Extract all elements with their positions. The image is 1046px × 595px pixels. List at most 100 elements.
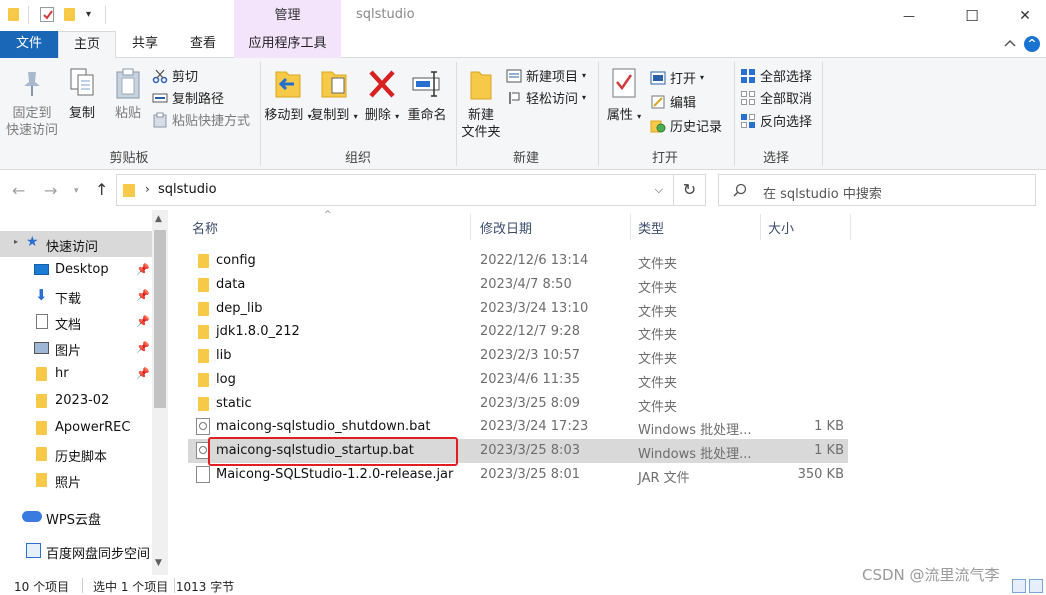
cut-button[interactable]: 剪切 — [152, 66, 198, 85]
delete-button[interactable]: 删除 ▾ — [364, 66, 400, 125]
invert-selection-button[interactable]: 反向选择 — [740, 111, 812, 130]
copy-to-button[interactable]: 复制到 ▾ — [310, 66, 358, 125]
address-bar[interactable]: › sqlstudio ⌵ — [116, 174, 674, 206]
move-to-icon — [275, 71, 301, 98]
file-row-lib[interactable]: lib 2023/2/3 10:57 文件夹 — [188, 344, 848, 368]
paste-button[interactable]: 粘贴 — [108, 66, 148, 122]
file-name: static — [216, 396, 252, 411]
file-row-jdk[interactable]: jdk1.8.0_212 2022/12/7 9:28 文件夹 — [188, 320, 848, 344]
file-row-log[interactable]: log 2023/4/6 11:35 文件夹 — [188, 368, 848, 392]
file-row-config[interactable]: config 2022/12/6 13:14 文件夹 — [188, 249, 848, 273]
expand-icon[interactable]: ▸ — [14, 237, 18, 246]
pin-icon: 📌 — [136, 289, 150, 302]
properties-button[interactable]: 属性 ▾ — [602, 66, 646, 125]
easy-access-icon — [509, 91, 520, 104]
column-divider[interactable] — [470, 214, 471, 240]
file-row-dep-lib[interactable]: dep_lib 2023/3/24 13:10 文件夹 — [188, 297, 848, 321]
file-name: jdk1.8.0_212 — [216, 324, 300, 339]
sidebar-item-photos[interactable]: 照片 — [0, 467, 152, 493]
tab-home[interactable]: 主页 — [58, 31, 116, 59]
tab-view[interactable]: 查看 — [174, 31, 232, 58]
tab-file[interactable]: 文件 — [0, 31, 58, 58]
sidebar-item-wps-cloud[interactable]: WPS云盘 — [0, 504, 152, 530]
sidebar-item-quick-access[interactable]: ▸ ★ 快速访问 — [0, 231, 152, 257]
move-to-text: 移动到 — [264, 108, 304, 123]
sidebar-item-hr[interactable]: hr 📌 — [0, 361, 152, 387]
sidebar-item-apowerrec[interactable]: ApowerREC — [0, 415, 152, 441]
file-row-jar[interactable]: Maicong-SQLStudio-1.2.0-release.jar 2023… — [188, 463, 848, 487]
group-label-clipboard: 剪贴板 — [109, 151, 149, 166]
folder-icon — [198, 349, 209, 363]
scroll-down-icon[interactable]: ▼ — [155, 558, 162, 568]
address-history-dropdown-icon[interactable]: ⌵ — [655, 183, 663, 197]
sidebar-item-desktop[interactable]: Desktop 📌 — [0, 257, 152, 283]
properties-quick-icon[interactable] — [40, 7, 54, 22]
breadcrumb-current[interactable]: sqlstudio — [158, 182, 217, 197]
sidebar-item-pictures[interactable]: 图片 📌 — [0, 335, 152, 361]
paste-shortcut-button[interactable]: 粘贴快捷方式 — [152, 110, 250, 129]
close-button[interactable]: ✕ — [1002, 0, 1046, 31]
rename-label: 重命名 — [407, 108, 447, 123]
column-divider[interactable] — [630, 214, 631, 240]
column-header-size[interactable]: 大小 — [768, 218, 794, 237]
quick-access-dropdown-icon[interactable]: ▾ — [86, 9, 91, 20]
sidebar-item-2023-02[interactable]: 2023-02 — [0, 388, 152, 414]
rename-button[interactable]: 重命名 — [404, 66, 450, 124]
forward-arrow-icon[interactable]: → — [44, 181, 57, 200]
file-row-static[interactable]: static 2023/3/25 8:09 文件夹 — [188, 392, 848, 416]
minimize-button[interactable]: — — [886, 0, 932, 31]
folder-icon — [123, 184, 135, 197]
pin-quick-access-button[interactable]: 固定到 快速访问 — [4, 68, 60, 139]
help-icon[interactable]: ^ — [1024, 36, 1040, 52]
sidebar-item-documents[interactable]: 文档 📌 — [0, 309, 152, 335]
move-to-button[interactable]: 移动到 ▾ — [264, 66, 312, 125]
file-row-data[interactable]: data 2023/4/7 8:50 文件夹 — [188, 273, 848, 297]
column-header-name[interactable]: 名称 — [192, 218, 218, 237]
file-row-shutdown-bat[interactable]: maicong-sqlstudio_shutdown.bat 2023/3/24… — [188, 415, 848, 439]
up-arrow-icon[interactable]: ↑ — [95, 180, 108, 199]
sidebar-item-downloads[interactable]: ⬇ 下载 📌 — [0, 283, 152, 309]
status-divider — [174, 578, 175, 593]
maximize-button[interactable]: ☐ — [949, 0, 995, 31]
quick-access-folder-icon[interactable] — [8, 8, 19, 21]
file-date: 2023/4/6 11:35 — [480, 372, 580, 387]
sidebar-item-baidu-sync[interactable]: 百度网盘同步空间 — [0, 538, 152, 564]
scrollbar-thumb[interactable] — [154, 230, 166, 408]
column-header-date[interactable]: 修改日期 — [480, 218, 532, 237]
breadcrumb-separator-icon[interactable]: › — [145, 182, 150, 196]
tab-app-tools[interactable]: 应用程序工具 — [234, 31, 341, 58]
search-input[interactable]: 在 sqlstudio 中搜索 — [718, 174, 1036, 206]
ribbon-tabs: 文件 主页 共享 查看 应用程序工具 ^ — [0, 31, 1046, 59]
properties-text: 属性 — [606, 108, 633, 123]
copy-button[interactable]: 复制 — [62, 66, 102, 122]
file-size: 1 KB — [814, 419, 844, 434]
column-divider[interactable] — [760, 214, 761, 240]
select-none-button[interactable]: 全部取消 — [740, 88, 812, 107]
easy-access-button[interactable]: 轻松访问 ▾ — [506, 88, 586, 107]
column-header-type[interactable]: 类型 — [638, 218, 664, 237]
large-icons-view-icon[interactable] — [1029, 579, 1043, 593]
new-folder-quick-icon[interactable] — [64, 8, 75, 21]
new-item-button[interactable]: 新建项目 ▾ — [506, 66, 586, 85]
history-button[interactable]: 历史记录 — [650, 116, 722, 135]
sync-icon — [26, 543, 41, 558]
select-all-button[interactable]: 全部选择 — [740, 66, 812, 85]
refresh-button[interactable]: ↻ — [674, 174, 706, 206]
collapse-ribbon-icon[interactable] — [1004, 38, 1016, 48]
edit-button[interactable]: 编辑 — [650, 92, 696, 111]
sidebar-item-history-scripts[interactable]: 历史脚本 — [0, 441, 152, 467]
tab-share[interactable]: 共享 — [116, 31, 174, 58]
open-button[interactable]: 打开 ▾ — [650, 68, 704, 87]
copy-to-text: 复制到 — [310, 108, 350, 123]
scroll-up-icon[interactable]: ▲ — [155, 214, 162, 224]
recent-locations-icon[interactable]: ▾ — [74, 186, 79, 196]
copy-path-button[interactable]: 复制路径 — [152, 88, 224, 107]
sidebar-scrollbar[interactable]: ▲ ▼ — [152, 210, 168, 575]
file-type: 文件夹 — [638, 328, 678, 343]
details-view-icon[interactable] — [1012, 579, 1026, 593]
column-divider[interactable] — [850, 214, 851, 240]
new-folder-button[interactable]: 新建 文件夹 — [458, 66, 504, 141]
back-arrow-icon[interactable]: ← — [12, 181, 25, 200]
file-name: data — [216, 277, 246, 292]
select-all-label: 全部选择 — [760, 70, 813, 85]
